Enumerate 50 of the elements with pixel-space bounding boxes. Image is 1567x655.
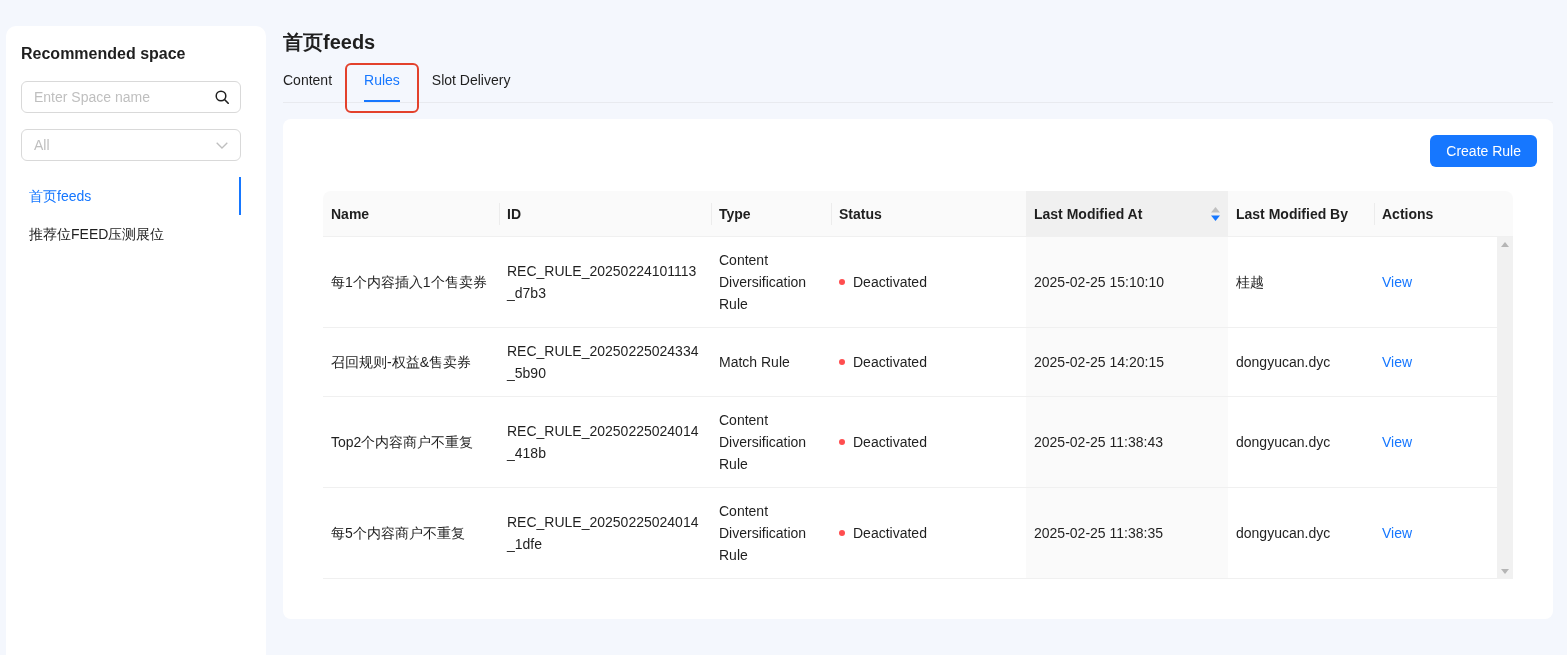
search-icon[interactable]: [215, 90, 229, 104]
sidebar-item[interactable]: 推荐位FEED压测展位: [21, 215, 241, 253]
status-text: Deactivated: [853, 273, 927, 292]
table-cell-text: Content Diversification Rule: [718, 251, 808, 314]
column-header: Type: [711, 191, 831, 236]
table-cell-text: dongyucan.dyc: [1235, 353, 1332, 372]
table-cell: 2025-02-25 11:38:43: [1026, 397, 1228, 487]
table-cell-text: 每1个内容插入1个售卖券: [330, 273, 488, 292]
table-cell-text: REC_RULE_20250224101113_d7b3: [505, 262, 698, 303]
table-cell-text: REC_RULE_20250225024334_5b90: [505, 342, 700, 383]
table-cell-text: Match Rule: [718, 353, 791, 372]
table-cell: 2025-02-25 15:10:10: [1026, 237, 1228, 327]
chevron-down-icon: [216, 141, 228, 149]
table-cell-text: dongyucan.dyc: [1235, 433, 1332, 452]
create-rule-button[interactable]: Create Rule: [1430, 135, 1537, 167]
view-link[interactable]: View: [1382, 522, 1413, 544]
column-header: Last Modified By: [1235, 204, 1349, 224]
search-field[interactable]: Enter Space name: [21, 81, 241, 113]
sortable-column-header[interactable]: Last Modified At: [1026, 191, 1228, 236]
tab[interactable]: Slot Delivery: [431, 68, 511, 102]
scroll-down-arrow-icon[interactable]: [1501, 569, 1509, 574]
table-cell-text: Content Diversification Rule: [718, 502, 808, 565]
view-link[interactable]: View: [1382, 431, 1413, 453]
column-header: Name: [330, 204, 371, 224]
table-cell-text: dongyucan.dyc: [1235, 524, 1332, 543]
tab[interactable]: Content: [283, 68, 333, 102]
table-cell: 2025-02-25 11:38:35: [1026, 488, 1228, 578]
sort-icon[interactable]: [1211, 206, 1220, 221]
status-text: Deactivated: [853, 433, 927, 452]
tab[interactable]: Rules: [364, 68, 400, 102]
table-cell: 2025-02-25 14:20:15: [1026, 328, 1228, 396]
table-cell-text: Content Diversification Rule: [718, 411, 808, 474]
column-header: Status: [831, 191, 1026, 236]
table-cell-text: Top2个内容商户不重复: [330, 433, 475, 452]
scrollbar[interactable]: [1497, 237, 1513, 579]
scroll-up-arrow-icon[interactable]: [1501, 242, 1509, 247]
table-cell-text: 每5个内容商户不重复: [330, 524, 466, 543]
sidebar-title: Recommended space: [21, 44, 187, 64]
view-link[interactable]: View: [1382, 351, 1413, 373]
column-header: Actions: [1374, 191, 1513, 236]
status-text: Deactivated: [853, 353, 927, 372]
table-cell-text: REC_RULE_20250225024014_1dfe: [505, 513, 700, 554]
sidebar-item[interactable]: 首页feeds: [21, 177, 241, 215]
table-cell-text: REC_RULE_20250225024014_418b: [505, 422, 700, 463]
view-link[interactable]: View: [1382, 271, 1413, 293]
status-text: Deactivated: [853, 524, 927, 543]
column-header: ID: [499, 191, 711, 236]
page-title: 首页feeds: [283, 30, 377, 55]
table-cell-text: 召回规则-权益&售卖券: [330, 353, 472, 372]
table-cell-text: 桂越: [1235, 273, 1265, 292]
